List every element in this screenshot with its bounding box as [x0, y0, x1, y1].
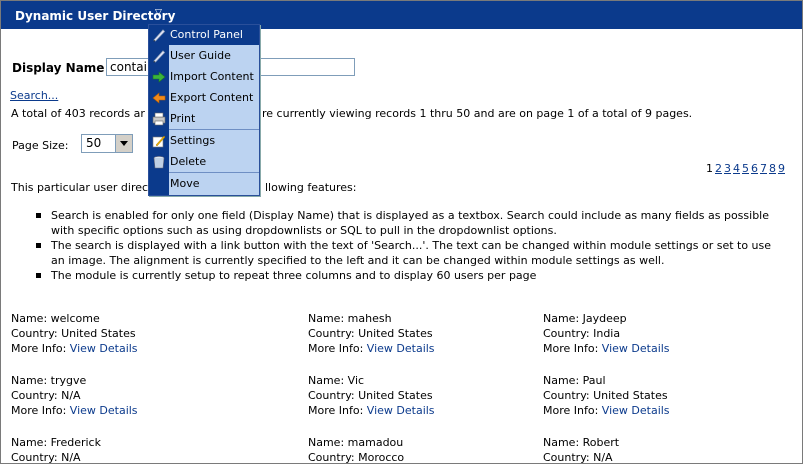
user-country: Country: India [543, 327, 621, 340]
pencil-icon [153, 29, 166, 42]
user-card: Name: trygve Country: N/A More Info: Vie… [11, 373, 138, 418]
feature-item: Search is enabled for only one field (Di… [11, 208, 786, 238]
view-details-link[interactable]: View Details [367, 404, 435, 417]
trash-icon [153, 156, 165, 169]
chevron-down-icon[interactable]: ▽ [155, 8, 162, 18]
menu-item-label: User Guide [170, 49, 231, 62]
pager-link-7[interactable]: 7 [760, 162, 767, 175]
user-name: Name: mahesh [308, 312, 392, 325]
pager-link-9[interactable]: 9 [778, 162, 785, 175]
user-name: Name: welcome [11, 312, 100, 325]
view-details-link[interactable]: View Details [367, 342, 435, 355]
user-name: Name: mamadou [308, 436, 404, 449]
pager-link-5[interactable]: 5 [742, 162, 749, 175]
features-list: Search is enabled for only one field (Di… [11, 208, 786, 283]
user-country: Country: N/A [543, 451, 613, 464]
more-info-label: More Info: [308, 404, 364, 417]
pager: 123456789 [706, 162, 787, 175]
user-country: Country: Morocco [308, 451, 405, 464]
menu-item-move[interactable]: Move [149, 174, 259, 194]
user-card: Name: Paul Country: United States More I… [543, 373, 670, 418]
pager-current: 1 [706, 162, 713, 175]
search-link[interactable]: Search... [10, 89, 58, 102]
pager-link-6[interactable]: 6 [751, 162, 758, 175]
user-card: Name: Jaydeep Country: India More Info: … [543, 311, 670, 356]
chevron-down-icon[interactable] [115, 135, 132, 152]
pencil-icon [153, 50, 166, 63]
menu-item-label: Export Content [170, 91, 254, 104]
user-name: Name: Vic [308, 374, 365, 387]
menu-separator [169, 172, 259, 173]
records-summary-left: A total of 403 records ar [11, 107, 145, 120]
view-details-link[interactable]: View Details [602, 342, 670, 355]
user-country: Country: United States [308, 389, 433, 402]
user-country: Country: N/A [11, 389, 81, 402]
settings-icon [152, 135, 166, 148]
more-info-label: More Info: [543, 404, 599, 417]
menu-item-import-content[interactable]: Import Content [149, 67, 259, 87]
page-size-value: 50 [86, 136, 102, 150]
pager-link-4[interactable]: 4 [733, 162, 740, 175]
menu-item-label: Import Content [170, 70, 254, 83]
menu-item-label: Move [170, 177, 200, 190]
menu-item-label: Print [170, 112, 196, 125]
user-card: Name: welcome Country: United States Mor… [11, 311, 138, 356]
user-card: Name: mahesh Country: United States More… [308, 311, 435, 356]
display-name-label: Display Name [12, 61, 105, 75]
user-country: Country: United States [11, 327, 136, 340]
user-name: Name: Frederick [11, 436, 101, 449]
user-card: Name: mamadou Country: Morocco [308, 435, 404, 465]
user-name: Name: Paul [543, 374, 606, 387]
view-details-link[interactable]: View Details [602, 404, 670, 417]
user-country: Country: United States [308, 327, 433, 340]
user-name: Name: Jaydeep [543, 312, 627, 325]
view-details-link[interactable]: View Details [70, 404, 138, 417]
menu-item-user-guide[interactable]: User Guide [149, 46, 259, 66]
menu-item-settings[interactable]: Settings [149, 131, 259, 151]
user-card: Name: Robert Country: N/A [543, 435, 619, 465]
menu-item-label: Settings [170, 134, 216, 147]
pager-link-3[interactable]: 3 [724, 162, 731, 175]
arrow-left-icon [152, 92, 166, 104]
menu-item-label: Delete [170, 155, 207, 168]
menu-item-export-content[interactable]: Export Content [149, 88, 259, 108]
user-card: Name: Frederick Country: N/A [11, 435, 101, 465]
arrow-right-icon [152, 71, 166, 83]
intro-text-right: llowing features: [265, 181, 357, 194]
menu-separator [169, 129, 259, 130]
module-title[interactable]: Dynamic User Directory [15, 9, 175, 23]
pager-link-8[interactable]: 8 [769, 162, 776, 175]
more-info-label: More Info: [11, 342, 67, 355]
menu-item-delete[interactable]: Delete [149, 152, 259, 172]
feature-item: The module is currently setup to repeat … [11, 268, 786, 283]
page-size-label: Page Size: [12, 139, 69, 152]
menu-item-print[interactable]: Print [149, 109, 259, 129]
intro-text-left: This particular user direc [11, 181, 149, 194]
printer-icon [152, 112, 166, 126]
menu-item-label: Control Panel [170, 28, 243, 41]
user-name: Name: trygve [11, 374, 87, 387]
user-name: Name: Robert [543, 436, 620, 449]
module-title-bar: Dynamic User Directory ▽ [1, 1, 802, 29]
user-country: Country: United States [543, 389, 668, 402]
more-info-label: More Info: [308, 342, 364, 355]
menu-item-control-panel[interactable]: Control Panel [149, 25, 259, 45]
pager-link-2[interactable]: 2 [715, 162, 722, 175]
page-size-select[interactable]: 50 [81, 134, 133, 153]
more-info-label: More Info: [11, 404, 67, 417]
more-info-label: More Info: [543, 342, 599, 355]
feature-item: The search is displayed with a link butt… [11, 238, 786, 268]
user-card: Name: Vic Country: United States More In… [308, 373, 435, 418]
module-actions-menu: Control Panel User Guide Import Content … [148, 24, 260, 196]
user-country: Country: N/A [11, 451, 81, 464]
records-summary-right: re currently viewing records 1 thru 50 a… [262, 107, 693, 120]
view-details-link[interactable]: View Details [70, 342, 138, 355]
